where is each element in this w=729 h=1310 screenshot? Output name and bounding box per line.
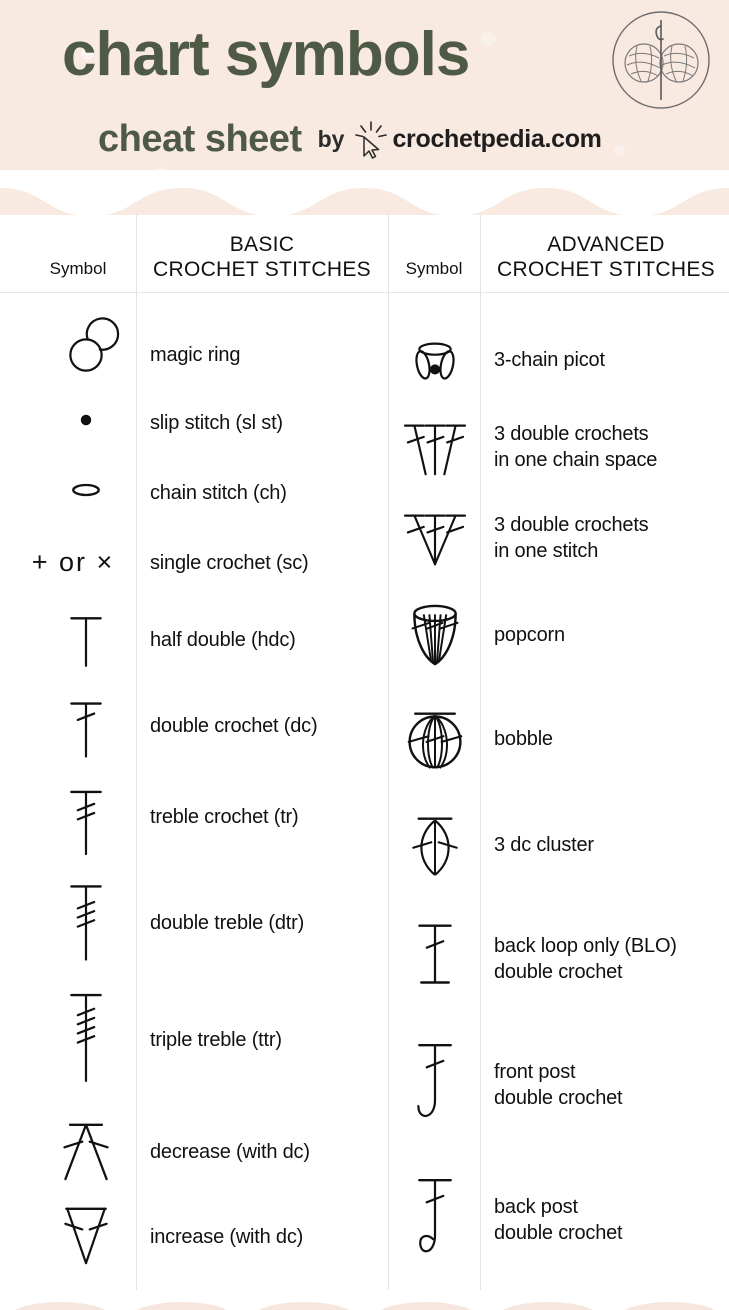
blo-double-crochet-symbol: [413, 919, 457, 991]
magic-ring-symbol: [63, 317, 120, 378]
popcorn-symbol: [405, 602, 465, 668]
symbol-cell-popcorn: [392, 597, 478, 673]
advanced-label-1-line1: 3 double crochets: [494, 423, 649, 445]
double-treble-symbol: [65, 879, 107, 967]
basic-label-1: slip stitch (sl st): [150, 412, 283, 434]
column-header-advanced-line1: ADVANCED: [547, 233, 665, 256]
column-header-advanced-line2: CROCHET STITCHES: [497, 258, 715, 281]
basic-label-3: single crochet (sc): [150, 552, 309, 574]
symbol-cell-back-post-dc: [392, 1170, 478, 1266]
basic-label-10: increase (with dc): [150, 1226, 304, 1248]
symbols-table: Symbol BASIC CROCHET STITCHES Symbol ADV…: [0, 215, 729, 1290]
divider-col-1: [136, 215, 137, 1290]
single-crochet-symbol: + or ×: [31, 546, 115, 577]
header-underline: [0, 292, 729, 293]
page-subtitle: cheat sheet: [98, 118, 302, 160]
page-title: chart symbols: [62, 20, 470, 89]
divider-col-3: [480, 215, 481, 1290]
basic-label-4: half double (hdc): [150, 629, 296, 651]
front-post-dc-symbol: [411, 1038, 459, 1128]
advanced-label-4-line1: bobble: [494, 728, 553, 750]
advanced-label-6-line2: double crochet: [494, 961, 623, 983]
three-chain-picot-symbol: [408, 339, 462, 387]
triple-treble-symbol: [65, 987, 107, 1089]
decrease-symbol: [57, 1117, 115, 1185]
header-scallop-edge: [0, 170, 729, 215]
symbol-cell-three-dc-cluster: [392, 805, 478, 885]
sparkle-cursor-icon: [352, 120, 390, 160]
chain-stitch-symbol: [66, 479, 106, 501]
symbol-cell-single-crochet: + or ×: [10, 540, 136, 584]
symbol-cell-treble-crochet: [36, 780, 136, 866]
advanced-label-8-line1: back post: [494, 1196, 578, 1218]
back-post-dc-symbol: [411, 1173, 459, 1263]
treble-crochet-symbol: [65, 785, 107, 861]
advanced-label-0-line1: 3-chain picot: [494, 349, 605, 371]
three-dc-one-stitch-symbol: [401, 510, 469, 568]
column-header-basic-line1: BASIC: [229, 233, 295, 256]
symbol-cell-blo-double-crochet: [392, 915, 478, 995]
basic-label-6: treble crochet (tr): [150, 806, 299, 828]
advanced-label-8-line2: double crochet: [494, 1222, 623, 1244]
advanced-label-7-line2: double crochet: [494, 1087, 623, 1109]
symbol-cell-magic-ring: [36, 317, 136, 385]
column-header-symbol-left: Symbol: [49, 259, 107, 278]
brand-name: crochetpedia.com: [392, 125, 602, 153]
basic-label-7: double treble (dtr): [150, 912, 305, 934]
symbol-cell-three-dc-one-stitch: [392, 503, 478, 575]
symbol-cell-double-crochet: [36, 692, 136, 768]
bobble-symbol: [404, 706, 466, 774]
advanced-label-2-line2: in one stitch: [494, 540, 599, 562]
advanced-label-7-line1: front post: [494, 1061, 576, 1083]
half-double-symbol: [65, 612, 107, 672]
basic-label-9: decrease (with dc): [150, 1141, 310, 1163]
symbol-cell-three-dc-chain-space: [392, 413, 478, 485]
advanced-label-6-line1: back loop only (BLO): [494, 935, 677, 957]
symbol-cell-three-chain-picot: [392, 333, 478, 393]
symbol-cell-bobble: [392, 700, 478, 780]
symbol-cell-triple-treble: [36, 983, 136, 1093]
symbol-cell-slip-stitch: [36, 400, 136, 440]
brand-logo: [609, 8, 713, 112]
symbol-cell-chain-stitch: [36, 470, 136, 510]
increase-symbol: [57, 1201, 115, 1269]
symbol-cell-double-treble: [36, 875, 136, 971]
cheat-sheet-page: chart symbols cheat sheet by crochetpedi…: [0, 0, 729, 1310]
subtitle-row: cheat sheet by crochetpedia.com: [98, 118, 602, 161]
symbol-cell-decrease: [36, 1113, 136, 1189]
symbol-cell-half-double: [36, 607, 136, 677]
basic-label-0: magic ring: [150, 344, 241, 366]
symbol-cell-front-post-dc: [392, 1035, 478, 1131]
three-dc-chain-space-symbol: [401, 420, 469, 478]
advanced-label-2-line1: 3 double crochets: [494, 514, 649, 536]
double-crochet-symbol: [65, 697, 107, 763]
symbol-cell-increase: [36, 1197, 136, 1273]
three-dc-cluster-symbol: [406, 810, 464, 880]
slip-stitch-symbol: [72, 406, 100, 434]
advanced-label-1-line2: in one chain space: [494, 449, 658, 471]
by-label: by: [317, 126, 345, 152]
basic-label-5: double crochet (dc): [150, 715, 318, 737]
column-header-basic-line2: CROCHET STITCHES: [153, 258, 371, 281]
column-header-symbol-right: Symbol: [405, 259, 463, 278]
header-banner: chart symbols cheat sheet by crochetpedi…: [0, 0, 729, 215]
basic-label-2: chain stitch (ch): [150, 482, 287, 504]
advanced-label-5-line1: 3 dc cluster: [494, 834, 594, 856]
footer-scallop-edge: [0, 1288, 729, 1310]
basic-label-8: triple treble (ttr): [150, 1029, 282, 1051]
advanced-label-3-line1: popcorn: [494, 624, 565, 646]
divider-col-2: [388, 215, 389, 1290]
